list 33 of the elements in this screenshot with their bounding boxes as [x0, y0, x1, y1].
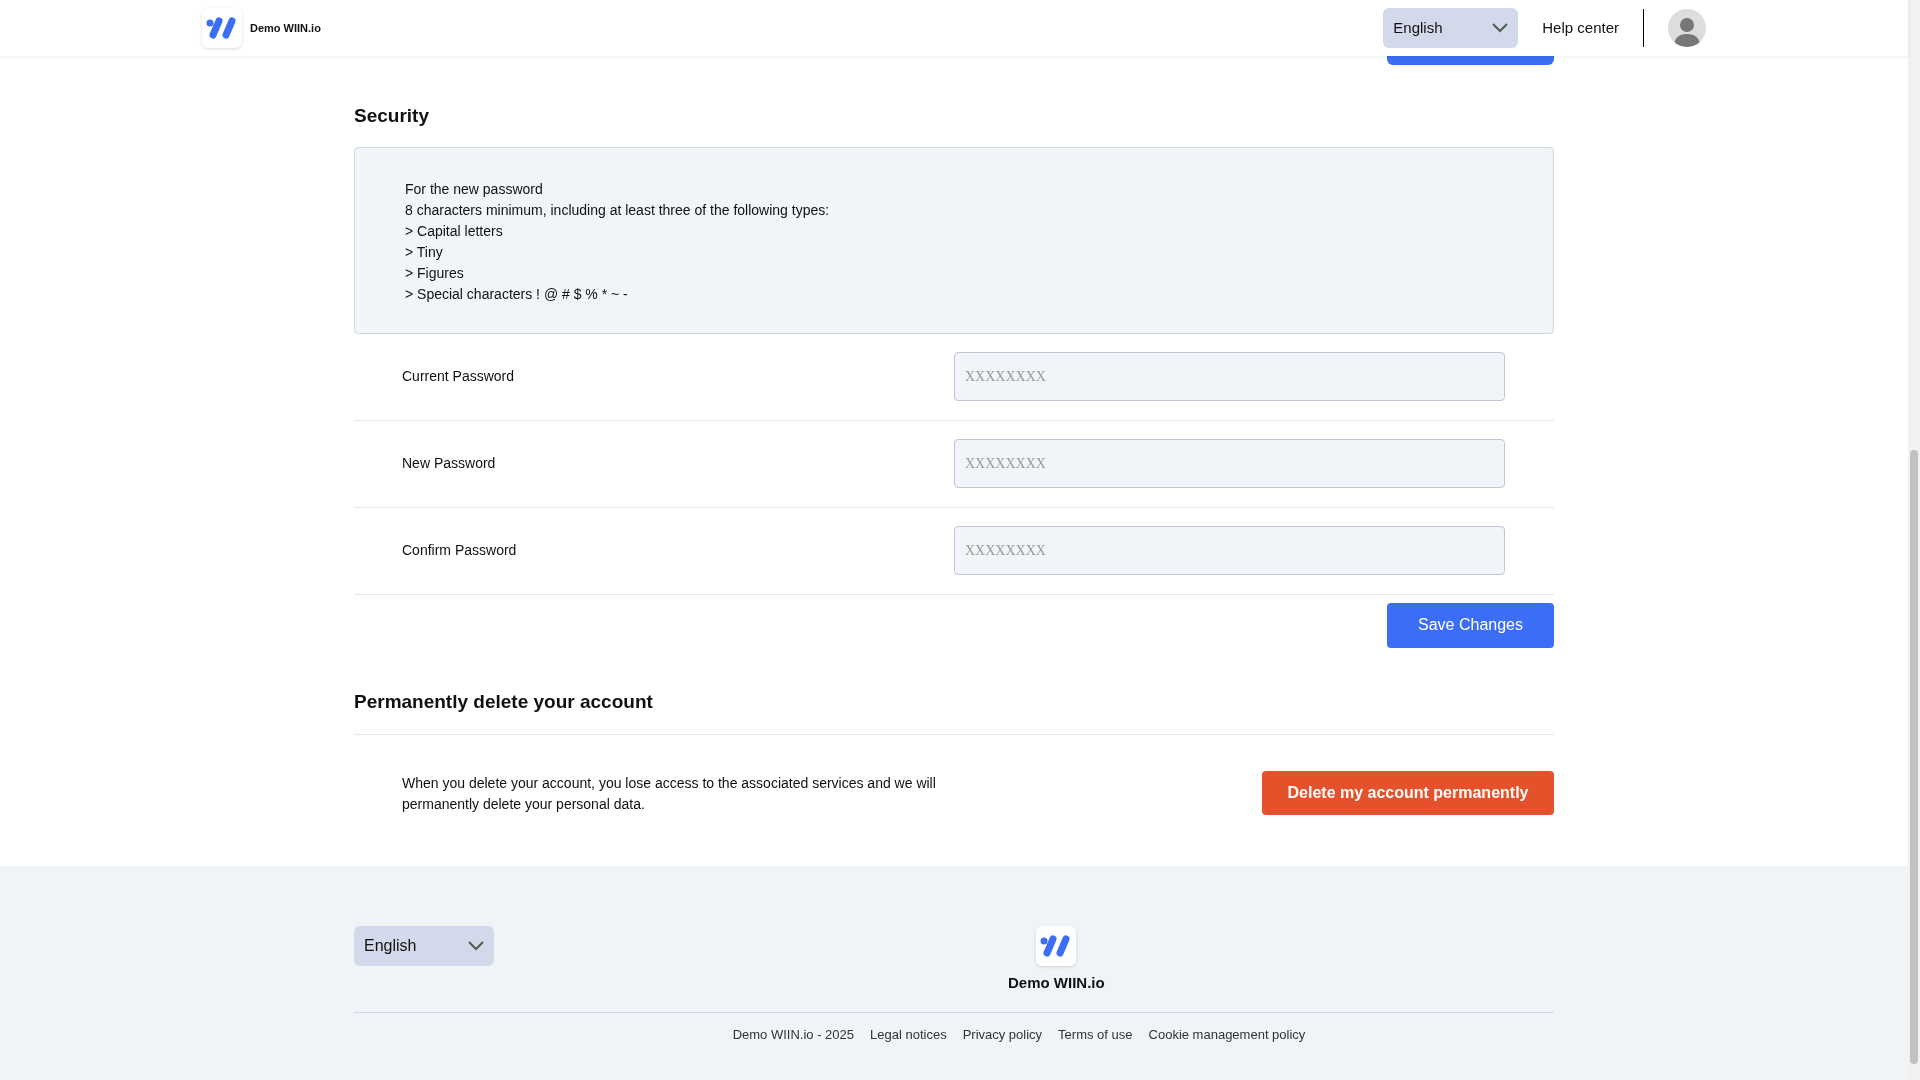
rule-text: > Special characters ! @ # $ % * ~ - — [405, 284, 629, 304]
avatar-icon[interactable] — [1668, 9, 1706, 47]
section-title: Security — [354, 104, 430, 128]
password-field[interactable]: XXXXXXXX — [954, 526, 1505, 575]
footer-link[interactable]: Demo WIIN.io - 2025 — [732, 1025, 854, 1045]
brand-name: Demo WIIN.io — [250, 20, 321, 36]
rule-text: 8 characters minimum, including at least three of the following types: — [405, 200, 831, 220]
footer-brand-name: Demo WIIN.io — [1008, 973, 1105, 993]
footer-link[interactable]: Terms of use — [1058, 1025, 1133, 1045]
rule-text: For the new password — [405, 179, 544, 199]
field-label: Current Password — [402, 367, 516, 386]
logo-icon — [1036, 926, 1077, 966]
delete-warning-text: When you delete your account, you lose access to the associated services and we will permanently delete your personal data. — [402, 774, 937, 814]
help-center-link[interactable]: Help center — [1542, 16, 1619, 40]
rule-text: > Tiny — [405, 242, 444, 262]
chevron-down-icon — [468, 941, 484, 951]
rule-text: > Figures — [405, 263, 465, 283]
footer-link[interactable]: Legal notices — [870, 1025, 947, 1045]
save-changes-button[interactable]: Save Changes — [1387, 602, 1554, 648]
field-label: Confirm Password — [402, 541, 518, 560]
chevron-down-icon — [1492, 23, 1509, 33]
rule-text: > Capital letters — [405, 221, 504, 241]
field-label: New Password — [402, 454, 497, 473]
logo-icon — [202, 8, 242, 48]
password-field[interactable]: XXXXXXXX — [954, 352, 1505, 401]
section-title: Permanently delete your account — [354, 689, 654, 714]
password-field[interactable]: XXXXXXXX — [954, 439, 1505, 488]
language-select[interactable]: English — [354, 926, 494, 966]
language-select[interactable]: English — [1383, 8, 1519, 48]
footer-link[interactable]: Cookie management policy — [1148, 1025, 1306, 1045]
footer-link[interactable]: Privacy policy — [962, 1025, 1043, 1045]
partial-button[interactable] — [1387, 56, 1554, 65]
delete-account-button[interactable]: Delete my account permanently — [1262, 771, 1554, 815]
